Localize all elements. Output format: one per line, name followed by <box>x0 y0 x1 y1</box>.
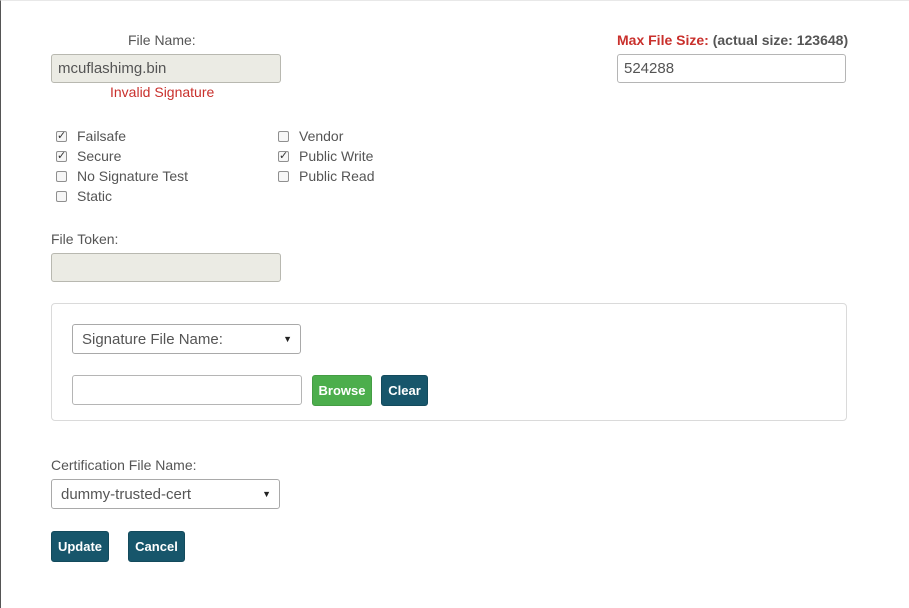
file-name-label: File Name: <box>128 32 196 48</box>
actual-size-text: (actual size: 123648) <box>712 32 849 48</box>
browse-button[interactable]: Browse <box>312 375 372 406</box>
checkbox-secure-box[interactable]: ✓ <box>56 150 67 162</box>
checkbox-no-signature-test[interactable]: No Signature Test <box>56 166 188 186</box>
checkbox-public-write-box[interactable]: ✓ <box>278 150 289 162</box>
checkbox-secure[interactable]: ✓ Secure <box>56 146 188 166</box>
clear-button[interactable]: Clear <box>381 375 428 406</box>
flags-left-column: ✓ Failsafe ✓ Secure No Signature Test Stat… <box>56 126 188 206</box>
certification-file-select-value: dummy-trusted-cert <box>61 485 192 503</box>
certification-file-label: Certification File Name: <box>51 457 197 473</box>
checkbox-public-read-box[interactable] <box>278 170 289 182</box>
checkbox-public-read-label: Public Read <box>299 168 375 184</box>
checkbox-public-read[interactable]: Public Read <box>278 166 375 186</box>
checkbox-static[interactable]: Static <box>56 186 188 206</box>
checkbox-vendor[interactable]: Vendor <box>278 126 375 146</box>
checkbox-public-write-label: Public Write <box>299 148 374 164</box>
checkbox-failsafe[interactable]: ✓ Failsafe <box>56 126 188 146</box>
max-file-size-input[interactable]: 524288 <box>617 54 846 83</box>
checkbox-static-box[interactable] <box>56 190 67 202</box>
chevron-down-icon: ▼ <box>262 489 271 499</box>
cancel-button[interactable]: Cancel <box>128 531 185 562</box>
checkbox-public-write[interactable]: ✓ Public Write <box>278 146 375 166</box>
checkbox-failsafe-box[interactable]: ✓ <box>56 130 67 142</box>
max-file-size-title: Max File Size: <box>617 32 709 48</box>
file-token-field[interactable] <box>51 253 281 282</box>
signature-file-select-value: Signature File Name: <box>82 330 223 348</box>
checkbox-static-label: Static <box>77 188 113 204</box>
signature-file-select[interactable]: Signature File Name: ▼ <box>72 324 301 354</box>
file-name-field[interactable]: mcuflashimg.bin <box>51 54 281 83</box>
max-file-size-label: Max File Size: (actual size: 123648) <box>617 32 848 48</box>
checkbox-failsafe-label: Failsafe <box>77 128 127 144</box>
certification-file-select[interactable]: dummy-trusted-cert ▼ <box>51 479 280 509</box>
signature-file-path-input[interactable] <box>72 375 302 405</box>
invalid-signature-message: Invalid Signature <box>110 84 215 100</box>
checkbox-vendor-box[interactable] <box>278 130 289 142</box>
checkbox-no-signature-test-label: No Signature Test <box>77 168 189 184</box>
file-token-label: File Token: <box>51 231 119 247</box>
checkbox-vendor-label: Vendor <box>299 128 344 144</box>
chevron-down-icon: ▼ <box>283 334 292 344</box>
flags-right-column: Vendor ✓ Public Write Public Read <box>278 126 375 186</box>
checkbox-no-signature-test-box[interactable] <box>56 170 67 182</box>
update-button[interactable]: Update <box>51 531 109 562</box>
checkbox-secure-label: Secure <box>77 148 122 164</box>
